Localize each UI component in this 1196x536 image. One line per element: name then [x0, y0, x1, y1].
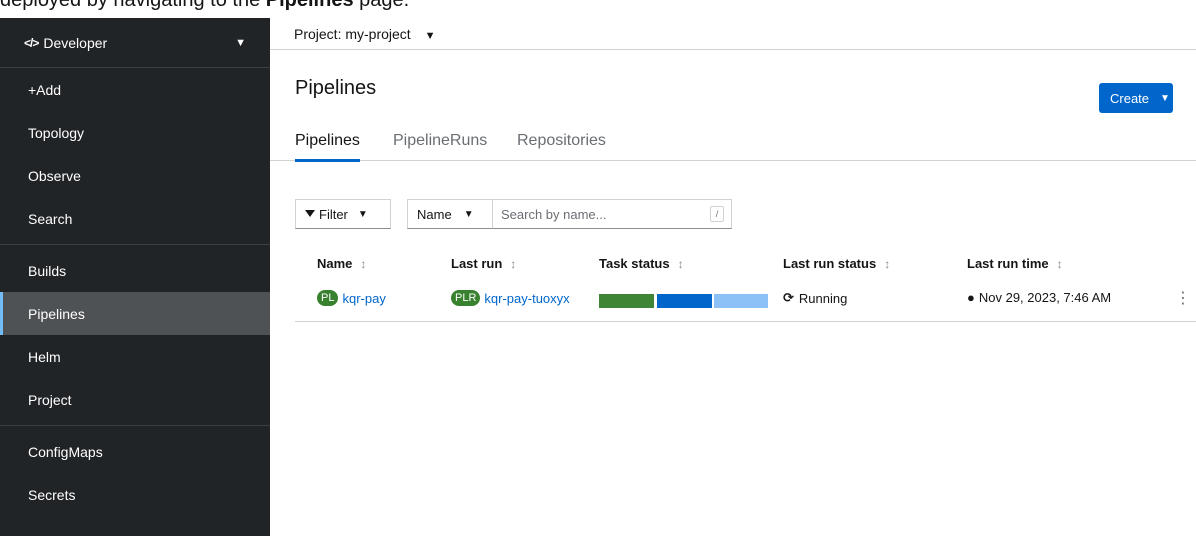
kebab-icon[interactable]: ⋮ — [1175, 289, 1191, 309]
last-run-time-cell: ● Nov 29, 2023, 7:46 AM — [967, 290, 1111, 305]
search-input[interactable] — [492, 199, 732, 229]
filter-icon — [305, 209, 315, 217]
caret-down-icon: ▼ — [235, 36, 246, 49]
filter-label: Filter — [319, 206, 348, 222]
code-icon: </> — [24, 35, 39, 50]
name-filter-label: Name — [417, 206, 452, 222]
main-content: Pipelines Create ▼ Pipelines PipelineRun… — [270, 50, 1196, 536]
project-label: Project: my-project — [294, 25, 411, 42]
perspective-label: Developer — [43, 34, 108, 51]
last-run-status-cell: ⟳ Running — [783, 290, 847, 306]
tab-repositories[interactable]: Repositories — [517, 132, 606, 161]
sidebar-item-configmaps[interactable]: ConfigMaps — [0, 430, 270, 473]
project-bar: Project: my-project ▼ — [270, 18, 1196, 50]
sidebar-item-topology[interactable]: Topology — [0, 111, 270, 154]
column-header-last-run-time[interactable]: Last run time ↕ — [967, 256, 1063, 271]
caret-down-icon: ▼ — [463, 208, 474, 220]
perspective-switcher[interactable]: </> Developer ▼ — [0, 18, 270, 68]
pipeline-name-cell: PL kqr-pay — [317, 290, 386, 306]
sidebar-item-add[interactable]: +Add — [0, 68, 270, 111]
sort-icon: ↕ — [884, 257, 891, 271]
sort-icon: ↕ — [510, 257, 517, 271]
create-button[interactable]: Create ▼ — [1099, 83, 1173, 113]
sort-icon: ↕ — [360, 257, 367, 271]
task-status-running-bar[interactable] — [657, 294, 712, 308]
caret-down-icon: ▼ — [357, 208, 368, 220]
pipelinerun-link[interactable]: kqr-pay-tuoxyx — [484, 291, 569, 306]
column-header-name[interactable]: Name ↕ — [317, 256, 366, 271]
tab-pipelineruns[interactable]: PipelineRuns — [393, 132, 487, 161]
sidebar-divider — [0, 244, 270, 245]
sidebar-item-helm[interactable]: Helm — [0, 335, 270, 378]
sync-icon: ⟳ — [783, 290, 794, 305]
sidebar-item-search[interactable]: Search — [0, 197, 270, 240]
task-status-succeeded-bar[interactable] — [599, 294, 654, 308]
sidebar-item-observe[interactable]: Observe — [0, 154, 270, 197]
pipelinerun-badge: PLR — [451, 290, 481, 306]
tab-bar: Pipelines PipelineRuns Repositories — [270, 130, 1196, 162]
create-label: Create — [1110, 90, 1150, 106]
shortcut-hint: / — [710, 206, 724, 222]
column-header-last-run-status[interactable]: Last run status ↕ — [783, 256, 890, 271]
sort-icon: ↕ — [1056, 257, 1063, 271]
caret-down-icon: ▼ — [424, 29, 436, 42]
project-selector[interactable]: Project: my-project ▼ — [294, 26, 435, 42]
run-time-text: Nov 29, 2023, 7:46 AM — [978, 290, 1112, 305]
run-status-text: Running — [798, 290, 848, 306]
tab-pipelines[interactable]: Pipelines — [295, 132, 360, 162]
pipeline-link[interactable]: kqr-pay — [342, 291, 385, 306]
sidebar-item-builds[interactable]: Builds — [0, 249, 270, 292]
page-caption: deployed by navigating to the Pipelines … — [0, 0, 410, 11]
column-header-task-status[interactable]: Task status ↕ — [599, 256, 684, 271]
sidebar-item-project[interactable]: Project — [0, 378, 270, 421]
row-divider — [295, 321, 1196, 322]
pipeline-badge: PL — [317, 290, 339, 306]
page-title: Pipelines — [295, 77, 377, 99]
caret-down-icon: ▼ — [1160, 92, 1170, 104]
name-filter-dropdown[interactable]: Name ▼ — [407, 199, 493, 229]
globe-icon: ● — [967, 290, 975, 305]
sidebar: </> Developer ▼ +Add Topology Observe Se… — [0, 18, 270, 536]
sidebar-divider — [0, 425, 270, 426]
filter-dropdown[interactable]: Filter ▼ — [295, 199, 391, 229]
column-header-last-run[interactable]: Last run ↕ — [451, 256, 516, 271]
sidebar-item-secrets[interactable]: Secrets — [0, 473, 270, 516]
sidebar-item-pipelines[interactable]: Pipelines — [0, 292, 270, 335]
last-run-cell: PLR kqr-pay-tuoxyx — [451, 290, 570, 306]
sort-icon: ↕ — [677, 257, 684, 271]
task-status-pending-bar[interactable] — [714, 294, 768, 308]
